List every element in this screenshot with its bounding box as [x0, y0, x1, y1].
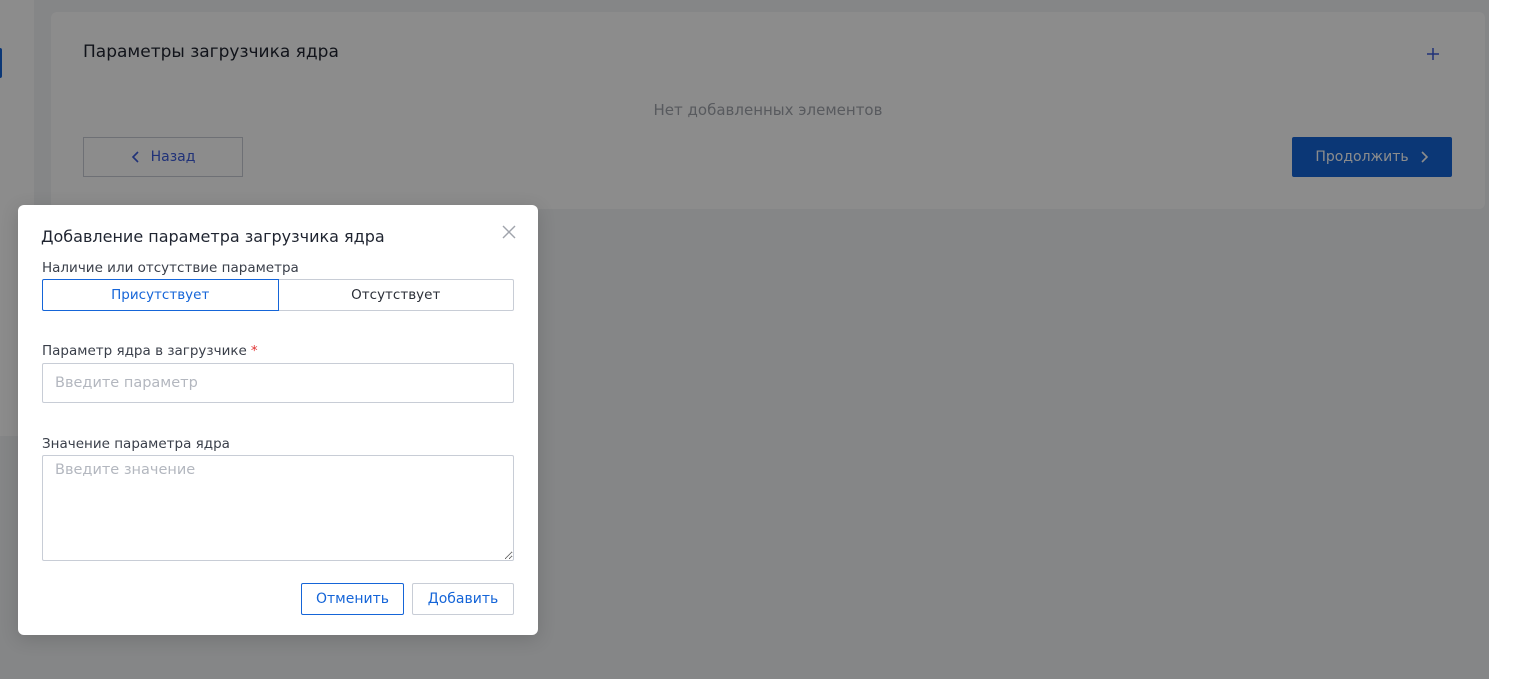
close-icon[interactable]	[500, 223, 518, 241]
cancel-button[interactable]: Отменить	[301, 583, 404, 615]
value-field-label: Значение параметра ядра	[42, 436, 230, 452]
value-textarea[interactable]	[42, 455, 514, 561]
param-field-label: Параметр ядра в загрузчике *	[42, 343, 258, 359]
page: Параметры загрузчика ядра Нет добавленны…	[0, 0, 1538, 679]
add-kernel-param-dialog: Добавление параметра загрузчика ядра Нал…	[18, 205, 538, 635]
option-present[interactable]: Присутствует	[42, 279, 279, 311]
dialog-title: Добавление параметра загрузчика ядра	[41, 227, 385, 246]
presence-toggle: Присутствует Отсутствует	[42, 279, 514, 311]
option-absent[interactable]: Отсутствует	[278, 279, 514, 311]
required-asterisk: *	[250, 343, 258, 359]
add-button[interactable]: Добавить	[412, 583, 514, 615]
right-edge-strip	[1489, 0, 1538, 679]
presence-label: Наличие или отсутствие параметра	[42, 260, 299, 276]
param-label-text: Параметр ядра в загрузчике	[42, 343, 247, 359]
param-input[interactable]	[42, 363, 514, 403]
